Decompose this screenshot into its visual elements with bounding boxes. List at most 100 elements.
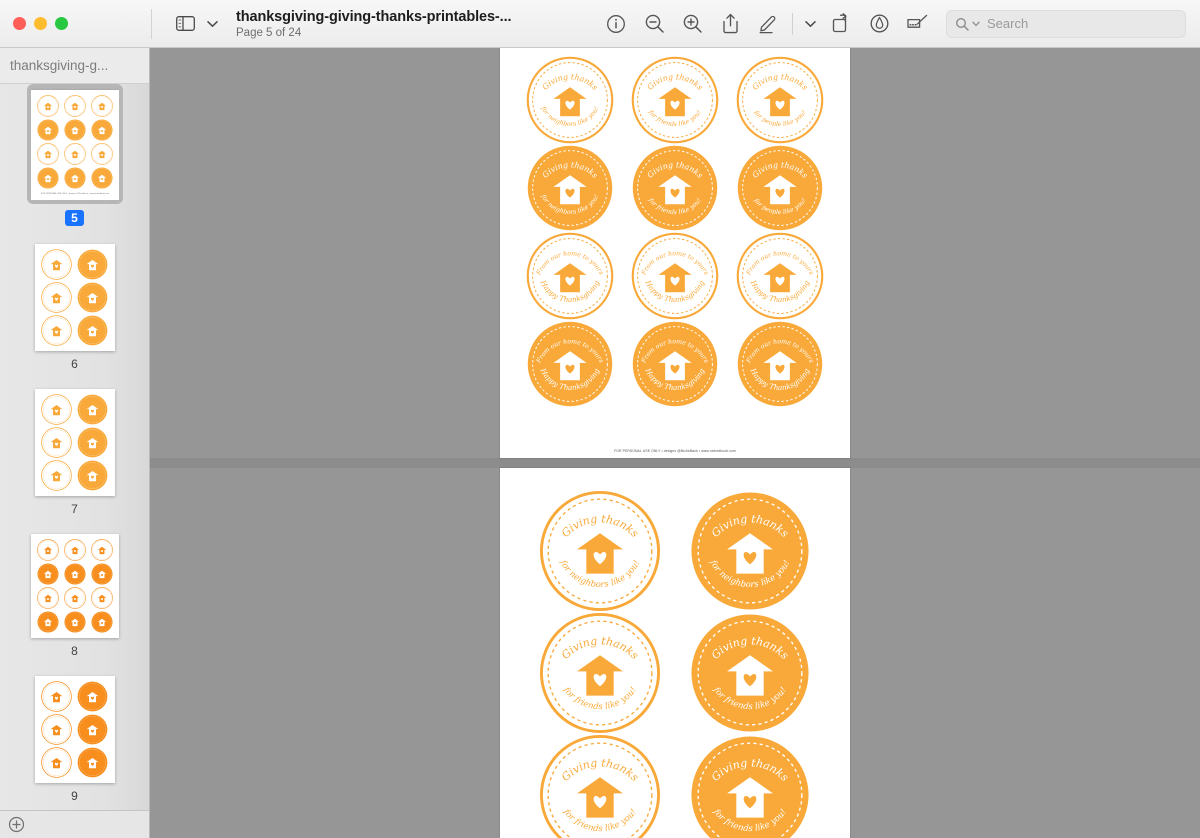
sidebar-title: thanksgiving-g... (10, 58, 109, 73)
badge-circle (91, 167, 113, 189)
house-icon (577, 533, 623, 574)
zoom-in-button[interactable] (677, 10, 707, 38)
badge-circle (77, 681, 108, 712)
zoom-out-button[interactable] (639, 10, 669, 38)
share-button[interactable] (715, 10, 745, 38)
minimize-button[interactable] (34, 17, 47, 30)
house-icon (70, 150, 80, 159)
document-viewer[interactable]: Giving thanks for neighbors like you! Givi… (150, 48, 1200, 838)
badge-circle (37, 611, 59, 633)
house-icon (658, 263, 692, 293)
thumbnail-frame (30, 534, 119, 638)
badge: Giving thanks for people like you! (736, 144, 824, 232)
badge-circle: From our home to yoursHappy Thanksgiving (526, 232, 614, 320)
badge: From our home to yours Happy Thanksgiving (736, 320, 824, 408)
document-title: thanksgiving-giving-thanks-printables-..… (236, 8, 512, 25)
badge: Giving thanks for friends like you! (631, 56, 719, 144)
thumbnail-item-8[interactable]: 8 (0, 534, 149, 676)
badge-circle (41, 747, 72, 778)
house-icon (43, 546, 53, 555)
badge-circle: Giving thanksfor neighbors like you! (526, 56, 614, 144)
house-icon (97, 102, 107, 111)
thumbnail-footnote: FOR PERSONAL USE ONLY • designs @NicheBa… (40, 193, 110, 195)
badge-circle (77, 747, 108, 778)
house-icon (70, 594, 80, 603)
badge: Giving thanks for friends like you! (539, 734, 661, 838)
badge-circle: Giving thanksfor friends like you! (631, 56, 719, 144)
badge: From our home to yours Happy Thanksgiving (736, 232, 824, 320)
house-icon (97, 594, 107, 603)
badge-circle (91, 119, 113, 141)
badge-circle: Giving thanksfor friends like you! (539, 734, 661, 838)
badge: Giving thanks for neighbors like you! (526, 56, 614, 144)
badge-circle (41, 427, 72, 458)
badge-circle (37, 167, 59, 189)
thumbnail-page (34, 676, 115, 783)
badge-circle: Giving thanksfor people like you! (737, 145, 823, 231)
badge-circle (37, 587, 59, 609)
badge-circle (91, 587, 113, 609)
signature-button[interactable] (902, 10, 932, 38)
badge-circle: Giving thanksfor friends like you! (632, 145, 718, 231)
thumbnail-page-number: 7 (71, 502, 78, 516)
house-icon (43, 150, 53, 159)
badge-circle (64, 95, 86, 117)
thumbnail-page-number: 9 (71, 789, 78, 803)
badge: From our home to yours Happy Thanksgiving (526, 320, 614, 408)
badge-circle (91, 563, 113, 585)
house-icon (50, 758, 63, 769)
badge: Giving thanks for neighbors like you! (689, 490, 811, 612)
thumbnail-item-6[interactable]: 6 (0, 244, 149, 389)
add-page-icon[interactable] (8, 816, 25, 833)
toolbar-divider-2 (792, 12, 793, 35)
search-field[interactable]: Search (946, 9, 1186, 38)
badge-circle: From our home to yoursHappy Thanksgiving (632, 321, 718, 407)
badge-circle (77, 282, 108, 313)
thumbnail-page-number: 6 (71, 357, 78, 371)
badge: Giving thanks for people like you! (736, 56, 824, 144)
badge-circle (64, 119, 86, 141)
house-icon (763, 263, 797, 293)
badge-circle: Giving thanksfor friends like you! (691, 614, 809, 732)
badge-circle (41, 282, 72, 313)
badge-circle: Giving thanksfor neighbors like you! (527, 145, 613, 231)
badge-circle (91, 95, 113, 117)
badge-circle (64, 143, 86, 165)
sidebar-footer (0, 810, 149, 838)
thumbnail-item-9[interactable]: 9 (0, 676, 149, 810)
annotate-button[interactable] (864, 10, 894, 38)
sidebar-options-chevron[interactable] (204, 11, 220, 37)
sidebar-toggle-button[interactable] (170, 10, 200, 38)
badge-circle: From our home to yoursHappy Thanksgiving (736, 232, 824, 320)
thumbnail-item-5[interactable]: FOR PERSONAL USE ONLY • designs @NicheBa… (0, 84, 149, 244)
badge-circle (41, 714, 72, 745)
house-icon (50, 725, 63, 736)
house-icon (553, 263, 587, 293)
titlebar: thanksgiving-giving-thanks-printables-..… (0, 0, 1200, 48)
thumbnail-list[interactable]: FOR PERSONAL USE ONLY • designs @NicheBa… (0, 84, 149, 810)
markup-button[interactable] (753, 10, 783, 38)
close-button[interactable] (13, 17, 26, 30)
zoom-button[interactable] (55, 17, 68, 30)
badge-circle: Giving thanksfor neighbors like you! (539, 490, 661, 612)
document-title-block: thanksgiving-giving-thanks-printables-..… (236, 8, 512, 39)
badge: Giving thanks for friends like you! (539, 612, 661, 734)
document-page-5: Giving thanks for neighbors like you! Givi… (500, 48, 850, 458)
badge: Giving thanks for friends like you! (689, 612, 811, 734)
info-button[interactable] (601, 10, 631, 38)
house-icon (70, 102, 80, 111)
markup-options-chevron[interactable] (802, 11, 818, 37)
house-icon (97, 150, 107, 159)
search-placeholder: Search (987, 16, 1029, 31)
house-icon (70, 546, 80, 555)
badge-circle (64, 611, 86, 633)
badge-circle (77, 714, 108, 745)
badge: Giving thanks for friends like you! (631, 144, 719, 232)
rotate-button[interactable] (826, 10, 856, 38)
badge: From our home to yours Happy Thanksgiving (526, 232, 614, 320)
window-controls[interactable] (0, 17, 150, 30)
badge-circle (91, 143, 113, 165)
badge-circle (41, 249, 72, 280)
thumbnail-item-7[interactable]: 7 (0, 389, 149, 534)
house-icon (97, 546, 107, 555)
